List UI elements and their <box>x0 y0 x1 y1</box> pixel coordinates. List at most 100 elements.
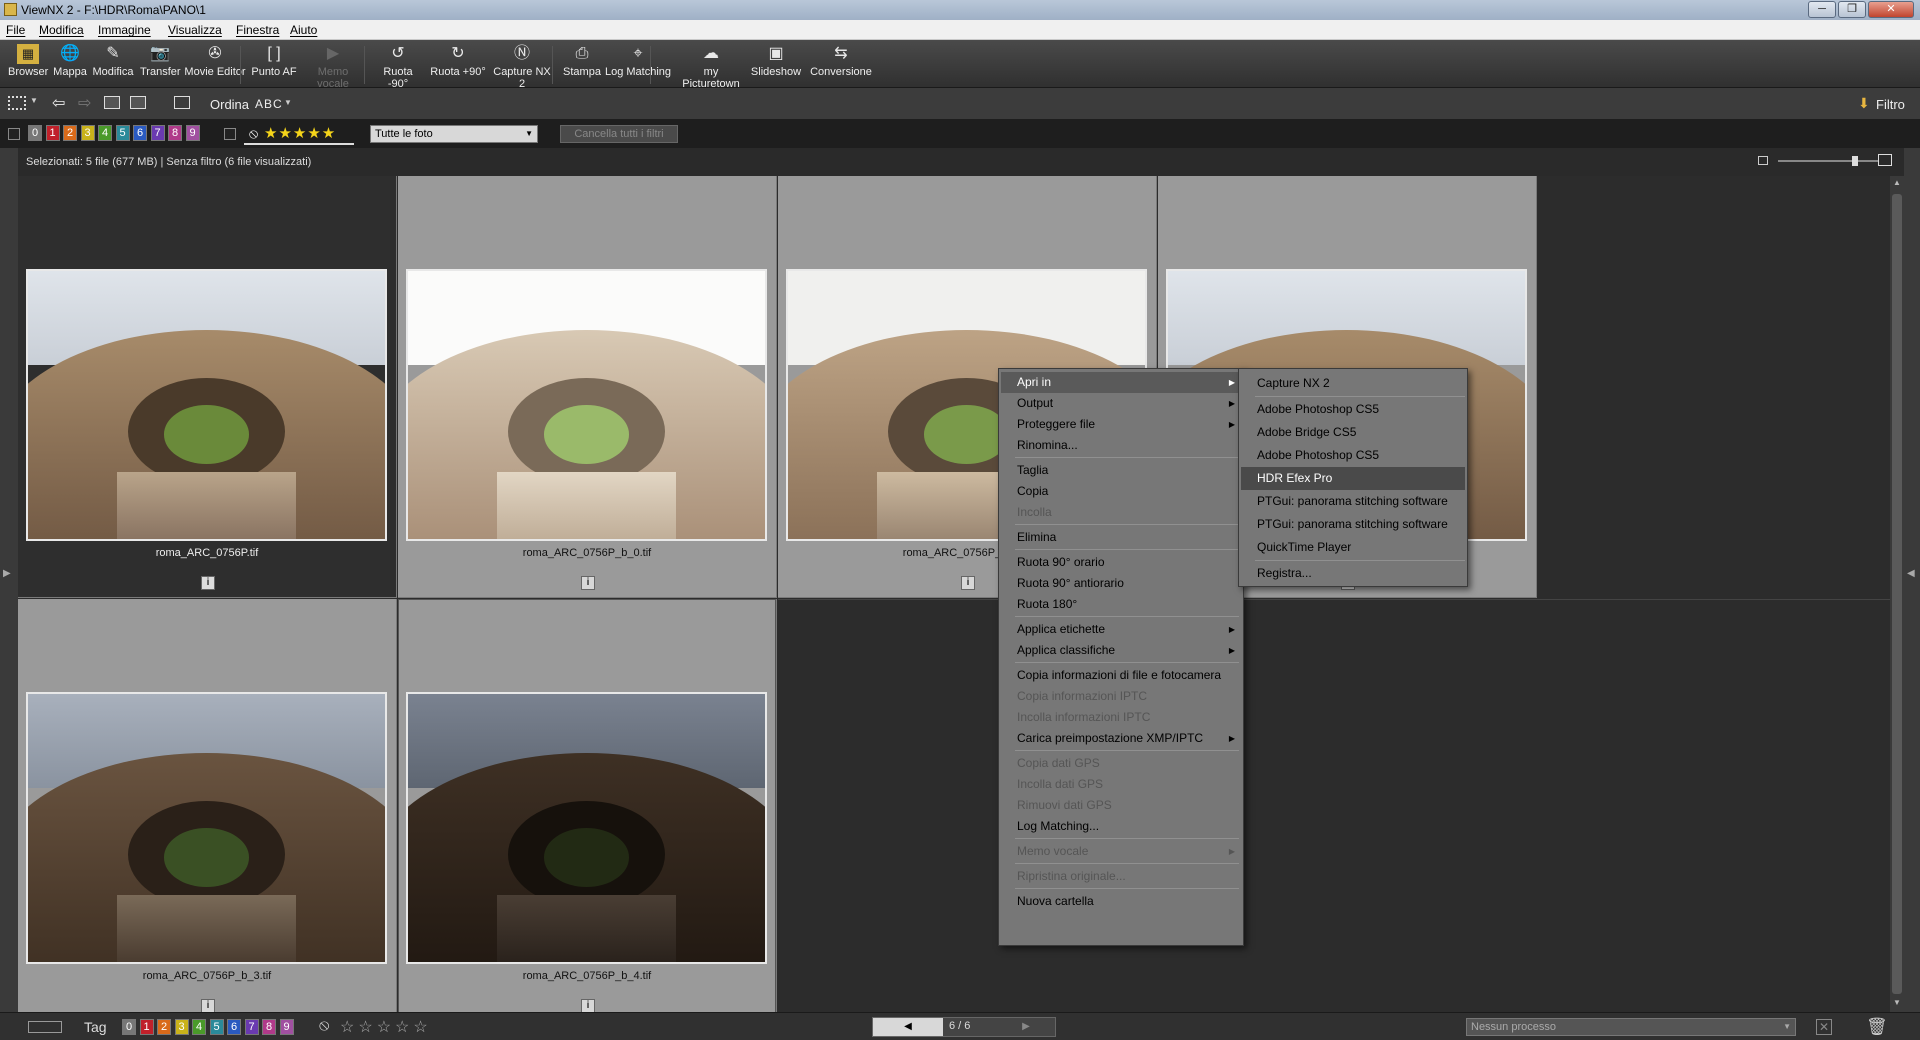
grid-view-icon[interactable] <box>8 96 26 110</box>
toolbar-film-reel-button[interactable]: ✇ Movie Editor <box>184 44 246 78</box>
submenu-item-ptgui-panorama-stitching-software[interactable]: PTGui: panorama stitching software <box>1241 490 1465 513</box>
left-panel-toggle[interactable]: ▶ <box>0 148 18 1012</box>
label-filter-8[interactable]: 8 <box>168 125 182 141</box>
thumbnail-cell[interactable]: roma_ARC_0756P_b_3.tif i <box>18 599 397 1021</box>
rating-filter-checkbox[interactable] <box>224 128 236 140</box>
no-rating-tag-icon[interactable]: ⦸ <box>319 1017 329 1035</box>
menu-finestra[interactable]: Finestra <box>236 23 279 37</box>
tag-7[interactable]: 7 <box>244 1019 259 1035</box>
rating-tag-stars[interactable]: ☆☆☆☆☆ <box>340 1017 432 1037</box>
folder-up-icon[interactable] <box>104 96 120 109</box>
next-page-button[interactable]: ▶ <box>997 1018 1055 1036</box>
forward-arrow-icon[interactable]: ⇨ <box>78 93 91 113</box>
menu-file[interactable]: File <box>6 23 25 37</box>
toolbar-print-button[interactable]: ⎙ Stampa <box>562 44 602 78</box>
menu-item-ruota-90-antiorario[interactable]: Ruota 90° antiorario <box>1001 573 1241 594</box>
sort-dropdown[interactable]: ABC <box>255 97 283 111</box>
scroll-down-icon[interactable]: ▼ <box>1893 998 1901 1007</box>
tag-2[interactable]: 2 <box>157 1019 171 1035</box>
submenu-item-adobe-bridge-cs5[interactable]: Adobe Bridge CS5 <box>1241 421 1465 444</box>
toolbar-camera-button[interactable]: 📷 Transfer <box>140 44 181 78</box>
submenu-item-registra[interactable]: Registra... <box>1241 562 1465 585</box>
menu-item-rinomina[interactable]: Rinomina... <box>1001 435 1241 456</box>
label-filter-0[interactable]: 0 <box>28 125 42 141</box>
thumbnail-size-slider[interactable] <box>1778 160 1878 162</box>
menu-item-applica-etichette[interactable]: Applica etichette ▶ <box>1001 619 1241 640</box>
tag-3[interactable]: 3 <box>174 1019 189 1035</box>
folder-options-icon[interactable] <box>130 96 146 109</box>
toolbar-af-point-button[interactable]: [ ] Punto AF <box>250 44 298 78</box>
tag-5[interactable]: 5 <box>209 1019 224 1035</box>
label-filter-9[interactable]: 9 <box>185 125 200 141</box>
label-filter-1[interactable]: 1 <box>45 125 60 141</box>
zoom-out-icon[interactable] <box>1758 156 1768 165</box>
toolbar-browser-button[interactable]: ▦ Browser <box>8 44 48 78</box>
cancel-process-icon[interactable]: ✕ <box>1816 1019 1832 1035</box>
toolbar-log-matching-button[interactable]: ⌖ Log Matching <box>604 44 672 78</box>
menu-modifica[interactable]: Modifica <box>39 23 84 37</box>
photo-filter-dropdown[interactable]: Tutte le foto ▼ <box>370 125 538 143</box>
submenu-item-adobe-photoshop-cs5[interactable]: Adobe Photoshop CS5 <box>1241 444 1465 467</box>
thumbnail-cell[interactable]: roma_ARC_0756P.tif i <box>18 176 397 598</box>
info-icon[interactable]: i <box>201 999 215 1013</box>
label-filter-5[interactable]: 5 <box>115 125 130 141</box>
menu-immagine[interactable]: Immagine <box>98 23 151 37</box>
right-panel-toggle[interactable]: ◀ <box>1904 148 1920 1012</box>
vertical-scrollbar[interactable]: ▲ ▼ <box>1890 176 1904 1012</box>
menu-item-copia-informazioni-di-file-e-fotocamera[interactable]: Copia informazioni di file e fotocamera <box>1001 665 1241 686</box>
tag-8[interactable]: 8 <box>262 1019 276 1035</box>
tag-4[interactable]: 4 <box>192 1019 206 1035</box>
info-icon[interactable]: i <box>961 576 975 590</box>
toolbar-rotate-right-button[interactable]: ↻ Ruota +90° <box>430 44 486 78</box>
label-filter-7[interactable]: 7 <box>150 125 165 141</box>
submenu-item-capture-nx-2[interactable]: Capture NX 2 <box>1241 372 1465 395</box>
toolbar-picturetown-button[interactable]: ☁ my Picturetown <box>676 44 746 90</box>
back-arrow-icon[interactable]: ⇦ <box>52 93 65 113</box>
sort-chevron-icon[interactable]: ▼ <box>284 98 292 107</box>
toolbar-capture-nx-button[interactable]: Ⓝ Capture NX 2 <box>490 44 554 90</box>
thumbnail-image[interactable] <box>26 269 387 541</box>
thumbnail-image[interactable] <box>26 692 387 964</box>
menu-item-log-matching[interactable]: Log Matching... <box>1001 816 1241 837</box>
filmstrip-icon[interactable] <box>28 1021 62 1033</box>
prev-page-button[interactable]: ◀ <box>873 1018 943 1036</box>
info-icon[interactable]: i <box>201 576 215 590</box>
tag-1[interactable]: 1 <box>139 1019 154 1035</box>
menu-item-taglia[interactable]: Taglia <box>1001 460 1241 481</box>
thumbnail-image[interactable] <box>406 692 767 964</box>
menu-aiuto[interactable]: Aiuto <box>290 23 317 37</box>
maximize-button[interactable]: ❐ <box>1838 1 1866 18</box>
thumbnail-cell[interactable]: roma_ARC_0756P_b_4.tif i <box>398 599 777 1021</box>
trash-icon[interactable]: 🗑 <box>1866 1017 1888 1037</box>
menu-item-applica-classifiche[interactable]: Applica classifiche ▶ <box>1001 640 1241 661</box>
process-dropdown[interactable]: Nessun processo ▼ <box>1466 1018 1796 1036</box>
submenu-item-adobe-photoshop-cs5[interactable]: Adobe Photoshop CS5 <box>1241 398 1465 421</box>
minimize-button[interactable]: ─ <box>1808 1 1836 18</box>
scroll-up-icon[interactable]: ▲ <box>1893 178 1901 187</box>
label-filter-4[interactable]: 4 <box>98 125 112 141</box>
thumbnail-cell[interactable]: roma_ARC_0756P_b_0.tif i <box>398 176 777 598</box>
window-icon[interactable] <box>174 96 190 109</box>
menu-item-elimina[interactable]: Elimina <box>1001 527 1241 548</box>
clear-filters-button[interactable]: Cancella tutti i filtri <box>560 125 678 143</box>
submenu-item-hdr-efex-pro[interactable]: HDR Efex Pro <box>1241 467 1465 490</box>
menu-item-nuova-cartella[interactable]: Nuova cartella <box>1001 891 1241 912</box>
toolbar-slideshow-button[interactable]: ▣ Slideshow <box>750 44 802 78</box>
no-rating-icon[interactable]: ⦸ <box>249 125 258 142</box>
label-filter-checkbox[interactable] <box>8 128 20 140</box>
menu-item-apri-in[interactable]: Apri in ▶ <box>1001 372 1241 393</box>
menu-item-output[interactable]: Output ▶ <box>1001 393 1241 414</box>
filter-button[interactable]: Filtro <box>1876 97 1905 112</box>
left-arrow-icon[interactable]: ▶ <box>3 568 11 579</box>
menu-item-copia[interactable]: Copia <box>1001 481 1241 502</box>
submenu-item-quicktime-player[interactable]: QuickTime Player <box>1241 536 1465 559</box>
rating-stars[interactable]: ★★★★★ <box>264 124 336 142</box>
tag-0[interactable]: 0 <box>122 1019 136 1035</box>
menu-item-carica-preimpostazione-xmp-iptc[interactable]: Carica preimpostazione XMP/IPTC ▶ <box>1001 728 1241 749</box>
close-button[interactable]: ✕ <box>1868 1 1914 18</box>
toolbar-convert-button[interactable]: ⇆ Conversione <box>808 44 874 78</box>
label-filter-3[interactable]: 3 <box>80 125 95 141</box>
toolbar-rotate-left-button[interactable]: ↺ Ruota -90° <box>372 44 424 90</box>
menu-item-ruota-90-orario[interactable]: Ruota 90° orario <box>1001 552 1241 573</box>
label-filter-2[interactable]: 2 <box>63 125 77 141</box>
